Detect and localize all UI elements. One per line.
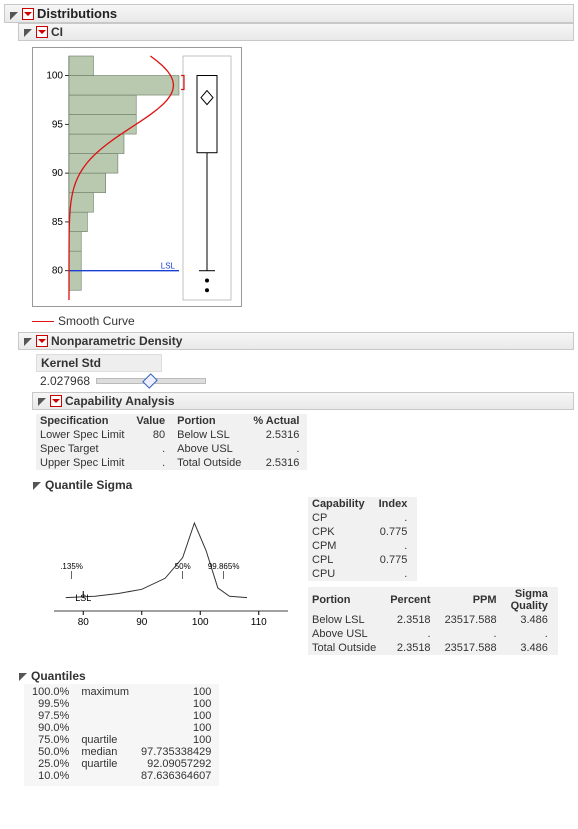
capability-header: Capability Analysis bbox=[32, 392, 574, 410]
spec-row: Upper Spec Limit.Total Outside2.5316 bbox=[36, 456, 307, 470]
cap-row: CPM. bbox=[308, 539, 417, 553]
distributions-header: Distributions bbox=[4, 4, 574, 23]
disclosure-icon[interactable] bbox=[23, 336, 33, 346]
th-index: Index bbox=[375, 497, 418, 511]
svg-text:100: 100 bbox=[46, 71, 63, 82]
hotspot-icon[interactable] bbox=[50, 395, 62, 407]
svg-text:95: 95 bbox=[52, 119, 64, 130]
th-spec: Specification bbox=[36, 414, 132, 428]
distributions-title: Distributions bbox=[37, 6, 117, 21]
quantiles-header: Quantiles bbox=[18, 665, 574, 684]
quantile-row: 10.0%87.636364607 bbox=[28, 770, 219, 782]
portion-table: PortionPercentPPMSigmaQualityBelow LSL2.… bbox=[308, 587, 558, 655]
cap-row: CPU. bbox=[308, 567, 417, 581]
quantile-row: 100.0%maximum100 bbox=[28, 686, 219, 698]
svg-text:LSL: LSL bbox=[161, 262, 176, 271]
cap-row: CPL0.775 bbox=[308, 553, 417, 567]
kernel-std-value: 2.027968 bbox=[40, 374, 90, 388]
cap-row: CP. bbox=[308, 511, 417, 525]
nonparametric-header: Nonparametric Density bbox=[18, 332, 574, 350]
legend-label: Smooth Curve bbox=[58, 314, 135, 328]
disclosure-icon[interactable] bbox=[18, 671, 28, 681]
spec-row: Lower Spec Limit80Below LSL2.5316 bbox=[36, 428, 307, 442]
svg-text:85: 85 bbox=[52, 217, 64, 228]
legend-line-icon bbox=[32, 321, 54, 322]
ci-title: CI bbox=[51, 25, 63, 39]
svg-text:110: 110 bbox=[251, 617, 267, 627]
kernel-slider[interactable] bbox=[96, 378, 206, 384]
quantile-row: 90.0%100 bbox=[28, 722, 219, 734]
nonparametric-title: Nonparametric Density bbox=[51, 334, 182, 348]
svg-text:50%: 50% bbox=[175, 562, 191, 571]
capability-title: Capability Analysis bbox=[65, 394, 175, 408]
svg-text:90: 90 bbox=[136, 617, 148, 627]
cap-row: CPK0.775 bbox=[308, 525, 417, 539]
disclosure-icon[interactable] bbox=[32, 480, 42, 490]
portion-row: Below LSL2.351823517.5883.486 bbox=[308, 613, 558, 627]
disclosure-icon[interactable] bbox=[23, 27, 33, 37]
th-sigma: SigmaQuality bbox=[507, 587, 558, 613]
smooth-curve-legend: Smooth Curve bbox=[32, 312, 574, 332]
portion-row: Above USL... bbox=[308, 627, 558, 641]
slider-thumb-icon[interactable] bbox=[142, 373, 158, 389]
hotspot-icon[interactable] bbox=[22, 8, 34, 20]
portion-row: Total Outside2.351823517.5883.486 bbox=[308, 641, 558, 655]
svg-text:90: 90 bbox=[52, 168, 64, 179]
quantile-row: 97.5%100 bbox=[28, 710, 219, 722]
th-actual: % Actual bbox=[249, 414, 307, 428]
quantile-row: 50.0%median97.735338429 bbox=[28, 746, 219, 758]
kernel-std-label: Kernel Std bbox=[36, 354, 162, 372]
th-portion: Portion bbox=[308, 587, 386, 613]
th-percent: Percent bbox=[386, 587, 440, 613]
disclosure-icon[interactable] bbox=[37, 396, 47, 406]
quantile-sigma-title: Quantile Sigma bbox=[45, 478, 132, 492]
capability-index-table: CapabilityIndexCP.CPK0.775CPM.CPL0.775CP… bbox=[308, 497, 417, 581]
quantiles-title: Quantiles bbox=[31, 669, 86, 683]
svg-text:99.865%: 99.865% bbox=[208, 562, 240, 571]
th-value: Value bbox=[132, 414, 173, 428]
ci-header: CI bbox=[18, 23, 574, 41]
svg-text:LSL: LSL bbox=[75, 593, 91, 603]
svg-text:80: 80 bbox=[78, 617, 90, 627]
kernel-block: Kernel Std 2.027968 bbox=[36, 350, 574, 392]
th-ppm: PPM bbox=[441, 587, 507, 613]
svg-text:100: 100 bbox=[192, 617, 209, 627]
th-portion: Portion bbox=[173, 414, 249, 428]
capability-spec-table: SpecificationValuePortion% ActualLower S… bbox=[36, 410, 574, 474]
quantile-row: 99.5%100 bbox=[28, 698, 219, 710]
quantile-row: 75.0%quartile100 bbox=[28, 734, 219, 746]
disclosure-icon[interactable] bbox=[9, 9, 19, 19]
spec-row: Spec Target.Above USL. bbox=[36, 442, 307, 456]
svg-text:.135%: .135% bbox=[60, 562, 83, 571]
quantile-sigma-chart: LSL .135% 50% 99.865% 80 90 100 110 bbox=[36, 497, 296, 630]
quantile-sigma-header: Quantile Sigma bbox=[32, 474, 574, 493]
th-cap: Capability bbox=[308, 497, 375, 511]
svg-text:80: 80 bbox=[52, 266, 64, 277]
hotspot-icon[interactable] bbox=[36, 26, 48, 38]
quantiles-table: 100.0%maximum10099.5%10097.5%10090.0%100… bbox=[24, 684, 219, 786]
ci-chart: 80 85 90 95 100 LSL bbox=[32, 41, 574, 312]
hotspot-icon[interactable] bbox=[36, 335, 48, 347]
quantile-row: 25.0%quartile92.09057292 bbox=[28, 758, 219, 770]
